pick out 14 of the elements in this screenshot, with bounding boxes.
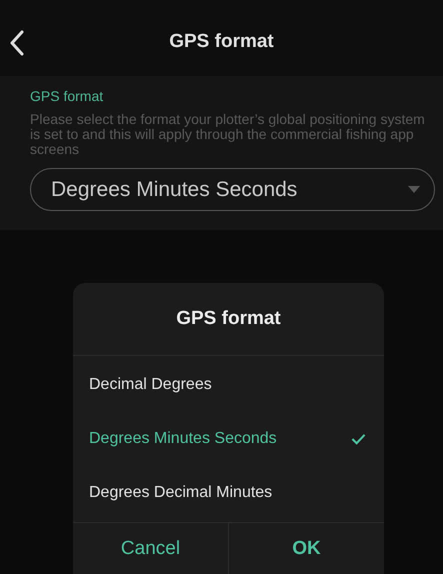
option-label: Degrees Minutes Seconds [89,430,277,448]
checkmark-icon [351,433,366,445]
screen-title: GPS format [169,30,274,52]
setting-description: Please select the format your plotter’s global positioning system is set to and this will apply through the commercial fishing app screens [30,112,426,157]
format-option[interactable]: Decimal Degrees [73,358,384,412]
setting-label: GPS format [30,88,104,104]
option-label: Degrees Decimal Minutes [89,484,272,502]
format-option[interactable]: Degrees Decimal Minutes [73,466,384,520]
back-icon[interactable] [10,30,24,56]
format-option[interactable]: Degrees Minutes Seconds [73,412,384,466]
format-dropdown[interactable]: Degrees Minutes Seconds [30,168,435,211]
dropdown-arrow-icon [408,186,420,193]
option-label: Decimal Degrees [89,376,212,394]
dialog-title: GPS format [73,283,384,356]
